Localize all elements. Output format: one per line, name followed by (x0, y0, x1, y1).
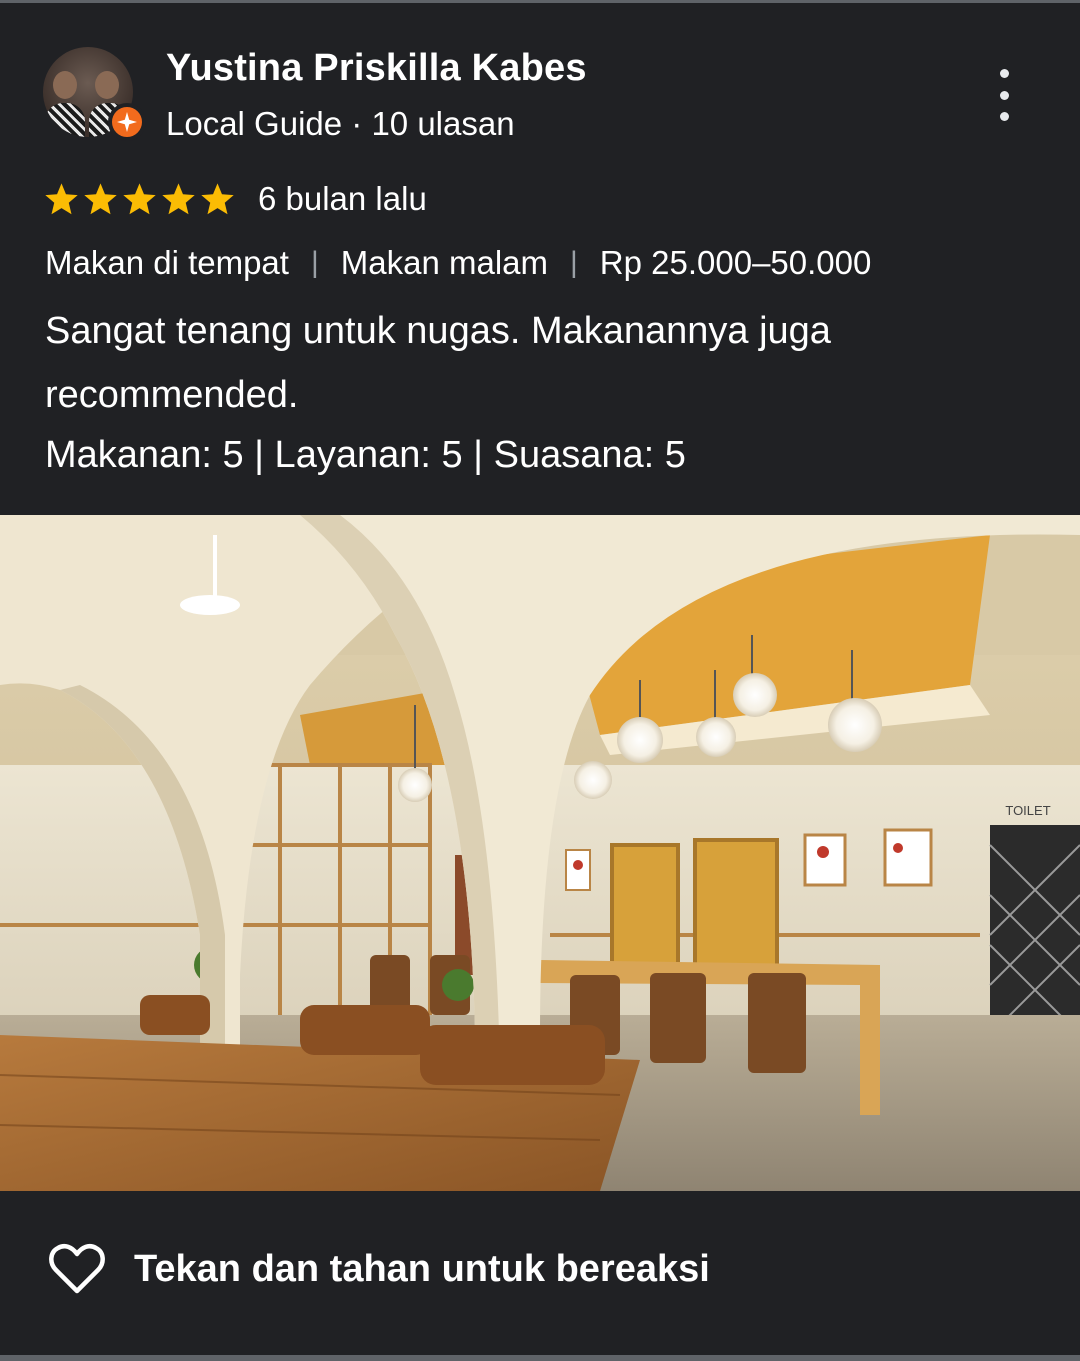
review-photo[interactable]: TOILET (0, 515, 1080, 1191)
reaction-button[interactable]: Tekan dan tahan untuk bereaksi (48, 1239, 710, 1299)
tag-service: Makan di tempat (45, 244, 289, 281)
review-time: 6 bulan lalu (258, 180, 427, 217)
avatar-face (53, 71, 77, 99)
tag-meal: Makan malam (340, 244, 548, 281)
dot (999, 69, 1009, 78)
review-header: Yustina Priskilla Kabes Local Guide · 10… (0, 3, 1080, 163)
rating-row: 6 bulan lalu (43, 177, 427, 221)
star-icon (84, 182, 117, 214)
dot (999, 90, 1009, 100)
dot (999, 112, 1009, 121)
heart-icon (49, 1244, 105, 1294)
star-icon (45, 182, 78, 214)
star-icon (123, 182, 156, 214)
tag-separator: | (310, 246, 319, 279)
tag-separator: | (570, 246, 578, 279)
review-scores: Makanan: 5 | Layanan: 5 | Suasana: 5 (45, 434, 686, 476)
reaction-label: Tekan dan tahan untuk bereaksi (134, 1247, 710, 1290)
tag-price: Rp 25.000–50.000 (599, 244, 872, 281)
reviewer-subtitle: Local Guide · 10 ulasan (166, 105, 515, 142)
reviewer-name[interactable]: Yustina Priskilla Kabes (166, 47, 587, 90)
more-options-icon[interactable] (984, 69, 1024, 121)
toilet-sign: TOILET (1005, 803, 1050, 818)
star-icon (201, 182, 234, 214)
restaurant-interior-image: TOILET (0, 515, 1080, 1191)
avatar-figure (45, 103, 85, 137)
star-rating (43, 181, 236, 218)
avatar-face (95, 71, 119, 99)
review-tags: Makan di tempat | Makan malam | Rp 25.00… (45, 241, 871, 285)
star-icon (162, 182, 195, 214)
review-text: Sangat tenang untuk nugas. Makanannya ju… (45, 310, 831, 416)
review-card: Yustina Priskilla Kabes Local Guide · 10… (0, 0, 1080, 1361)
star-burst-icon (117, 112, 137, 132)
local-guide-badge-icon (108, 103, 146, 141)
